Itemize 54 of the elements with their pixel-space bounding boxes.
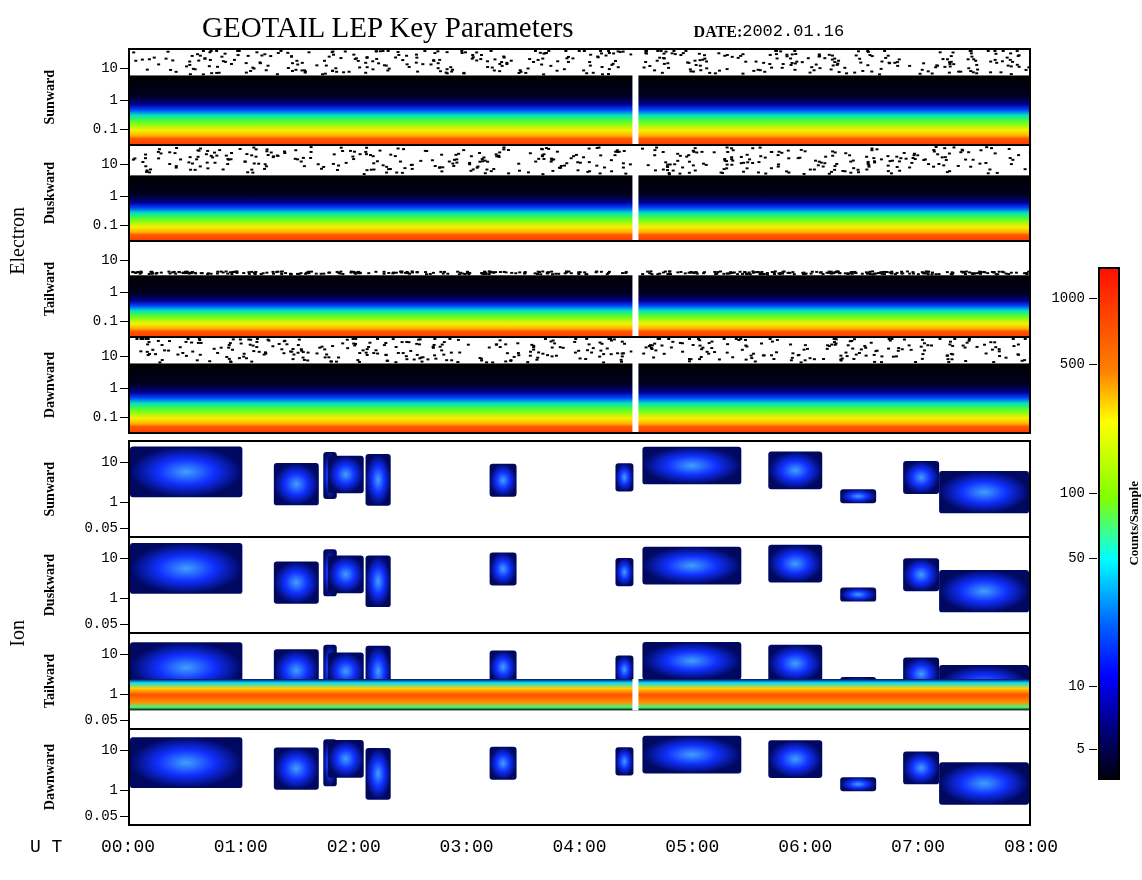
- y-tick-label: 1: [109, 380, 118, 395]
- y-tick-label: 0.05: [84, 617, 118, 632]
- x-tick-label: 05:00: [665, 838, 720, 856]
- x-axis-label: U T: [30, 838, 63, 856]
- y-tick-label: 0.1: [92, 122, 118, 137]
- panel-label: Dawnward: [40, 743, 58, 811]
- y-tick-label: 1: [109, 590, 118, 605]
- x-tick-label: 01:00: [213, 838, 268, 856]
- colorbar-tick-label: 500: [1059, 357, 1085, 372]
- y-tick-label: 1: [109, 92, 118, 107]
- panel-label: Sunward: [40, 461, 58, 517]
- y-tick-label: 0.1: [92, 218, 118, 233]
- y-tick-label: 10: [101, 348, 118, 363]
- y-tick-label: 1: [109, 284, 118, 299]
- y-tick-label: 0.05: [84, 521, 118, 536]
- x-tick-label: 03:00: [439, 838, 494, 856]
- y-tick-label: 10: [101, 742, 118, 757]
- y-tick-label: 10: [101, 60, 118, 75]
- y-tick-label: 0.1: [92, 410, 118, 425]
- date-value: 2002.01.16: [742, 23, 845, 40]
- y-tick-label: 10: [101, 252, 118, 267]
- y-tick-label: 0.05: [84, 809, 118, 824]
- x-tick-label: 06:00: [778, 838, 833, 856]
- colorbar-tick-label: 100: [1059, 485, 1085, 500]
- panel-label: Duskward: [40, 553, 58, 617]
- chart-title: GEOTAIL LEP Key Parameters: [202, 13, 574, 42]
- y-tick-label: 1: [109, 188, 118, 203]
- x-tick-label: 02:00: [326, 838, 381, 856]
- y-tick-label: 10: [101, 646, 118, 661]
- group-label: Ion: [5, 619, 29, 647]
- y-tick-label: 1: [109, 494, 118, 509]
- panel-label: Duskward: [40, 161, 58, 225]
- panel-label: Tailward: [40, 654, 58, 708]
- panel-label: Tailward: [40, 262, 58, 316]
- colorbar-tick-label: 1000: [1051, 290, 1085, 305]
- colorbar-tick-label: 50: [1068, 550, 1085, 565]
- panel-label: Sunward: [40, 69, 58, 125]
- y-tick-label: 0.1: [92, 314, 118, 329]
- y-tick-label: 10: [101, 550, 118, 565]
- y-tick-label: 1: [109, 686, 118, 701]
- colorbar-label: Counts/Sample: [1125, 481, 1142, 566]
- y-tick-label: 1: [109, 782, 118, 797]
- date-label: DATE:: [693, 24, 743, 40]
- colorbar-tick-label: 5: [1076, 742, 1085, 757]
- y-tick-label: 10: [101, 156, 118, 171]
- panel-label: Dawnward: [40, 351, 58, 419]
- x-tick-label: 00:00: [101, 838, 155, 856]
- x-tick-label: 08:00: [1004, 838, 1058, 856]
- x-tick-label: 07:00: [891, 838, 946, 856]
- group-label: Electron: [5, 207, 29, 275]
- y-tick-label: 10: [101, 454, 118, 469]
- x-tick-label: 04:00: [552, 838, 607, 856]
- colorbar-tick-label: 10: [1068, 679, 1085, 694]
- y-tick-label: 0.05: [84, 713, 118, 728]
